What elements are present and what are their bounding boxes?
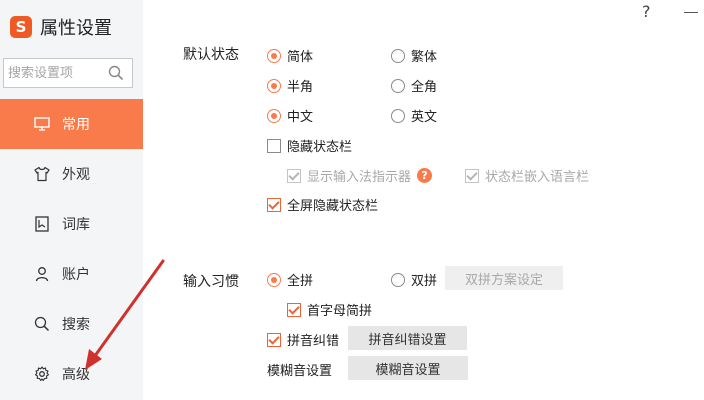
- radio-traditional[interactable]: 繁体: [391, 46, 437, 65]
- settings-search-box[interactable]: [3, 58, 133, 88]
- sidebar: S 属性设置 常用 外观: [0, 0, 143, 400]
- radio-label: 中文: [287, 110, 314, 125]
- radio-indicator: [391, 272, 405, 287]
- radio-indicator: [391, 108, 405, 123]
- checkbox-fullscreen-hide-status-bar[interactable]: 全屏隐藏状态栏: [267, 195, 378, 214]
- checkbox-indicator: [267, 138, 281, 153]
- app-title-bar: S 属性设置: [10, 14, 112, 40]
- sidebar-item-appearance[interactable]: 外观: [0, 149, 143, 199]
- user-icon: [34, 266, 50, 282]
- radio-full-width[interactable]: 全角: [391, 76, 437, 95]
- sidebar-item-advanced[interactable]: 高级: [0, 349, 143, 399]
- radio-selected-indicator: [267, 108, 281, 123]
- radio-label: 双拼: [411, 274, 438, 289]
- checkbox-initials-short-pinyin[interactable]: 首字母简拼: [287, 300, 372, 319]
- window-title: 属性设置: [40, 18, 112, 39]
- checkbox-indicator: [267, 332, 281, 347]
- checkbox-pinyin-correction[interactable]: 拼音纠错: [267, 330, 339, 349]
- radio-simplified[interactable]: 简体: [267, 46, 313, 65]
- radio-label: 繁体: [411, 50, 438, 65]
- default-state-label: 默认状态: [183, 47, 239, 63]
- radio-indicator: [391, 78, 405, 93]
- checkbox-label: 状态栏嵌入语言栏: [485, 170, 590, 185]
- fuzzy-settings-label: 模糊音设置: [267, 364, 333, 379]
- monitor-icon: [34, 116, 50, 132]
- double-pinyin-settings-button[interactable]: 双拼方案设定: [445, 266, 563, 290]
- minimize-button[interactable]: [684, 12, 698, 13]
- sidebar-nav: 常用 外观 词库 账户 搜索 高级: [0, 99, 143, 399]
- input-habit-label: 输入习惯: [183, 274, 239, 290]
- checkbox-hide-status-bar[interactable]: 隐藏状态栏: [267, 136, 352, 155]
- radio-indicator: [391, 48, 405, 63]
- shirt-icon: [34, 166, 50, 182]
- sogou-logo-icon: S: [10, 16, 32, 38]
- radio-english[interactable]: 英文: [391, 106, 437, 125]
- sidebar-item-common[interactable]: 常用: [0, 99, 143, 149]
- radio-double-pinyin[interactable]: 双拼: [391, 270, 437, 289]
- sidebar-item-search[interactable]: 搜索: [0, 299, 143, 349]
- radio-selected-indicator: [267, 48, 281, 63]
- search-icon[interactable]: [108, 65, 124, 85]
- radio-full-pinyin[interactable]: 全拼: [267, 270, 313, 289]
- radio-label: 英文: [411, 110, 438, 125]
- sidebar-item-label: 搜索: [62, 317, 90, 333]
- radio-selected-indicator: [267, 78, 281, 93]
- radio-label: 全角: [411, 80, 438, 95]
- checkbox-label: 首字母简拼: [307, 304, 373, 319]
- radio-half-width[interactable]: 半角: [267, 76, 313, 95]
- checkbox-label: 拼音纠错: [287, 334, 340, 349]
- gear-icon: [34, 366, 50, 382]
- sidebar-item-account[interactable]: 账户: [0, 249, 143, 299]
- sidebar-item-label: 常用: [62, 117, 90, 133]
- radio-label: 简体: [287, 50, 314, 65]
- question-icon[interactable]: ?: [417, 168, 433, 183]
- radio-label: 全拼: [287, 274, 314, 289]
- settings-search-input[interactable]: [8, 65, 108, 81]
- pinyin-correction-settings-button[interactable]: 拼音纠错设置: [348, 326, 467, 350]
- radio-label: 半角: [287, 80, 314, 95]
- checkbox-show-ime-indicator[interactable]: 显示输入法指示器 ?: [287, 166, 433, 185]
- checkbox-embed-language-bar[interactable]: 状态栏嵌入语言栏: [465, 166, 589, 185]
- radio-selected-indicator: [267, 272, 281, 287]
- radio-chinese[interactable]: 中文: [267, 106, 313, 125]
- sidebar-item-label: 外观: [62, 167, 90, 183]
- sidebar-item-lexicon[interactable]: 词库: [0, 199, 143, 249]
- help-button[interactable]: ?: [642, 2, 651, 21]
- search-icon: [34, 316, 50, 332]
- book-icon: [34, 216, 50, 232]
- checkbox-indicator: [465, 168, 479, 183]
- sidebar-item-label: 高级: [62, 367, 90, 383]
- checkbox-indicator: [267, 197, 281, 212]
- checkbox-indicator: [287, 168, 301, 183]
- settings-window: S 属性设置 常用 外观: [0, 0, 704, 400]
- sidebar-item-label: 词库: [62, 217, 90, 233]
- checkbox-label: 隐藏状态栏: [287, 140, 353, 155]
- sidebar-item-label: 账户: [62, 267, 90, 283]
- checkbox-label: 全屏隐藏状态栏: [287, 199, 379, 214]
- checkbox-indicator: [287, 302, 301, 317]
- fuzzy-settings-button[interactable]: 模糊音设置: [348, 356, 468, 380]
- checkbox-label: 显示输入法指示器: [307, 170, 412, 185]
